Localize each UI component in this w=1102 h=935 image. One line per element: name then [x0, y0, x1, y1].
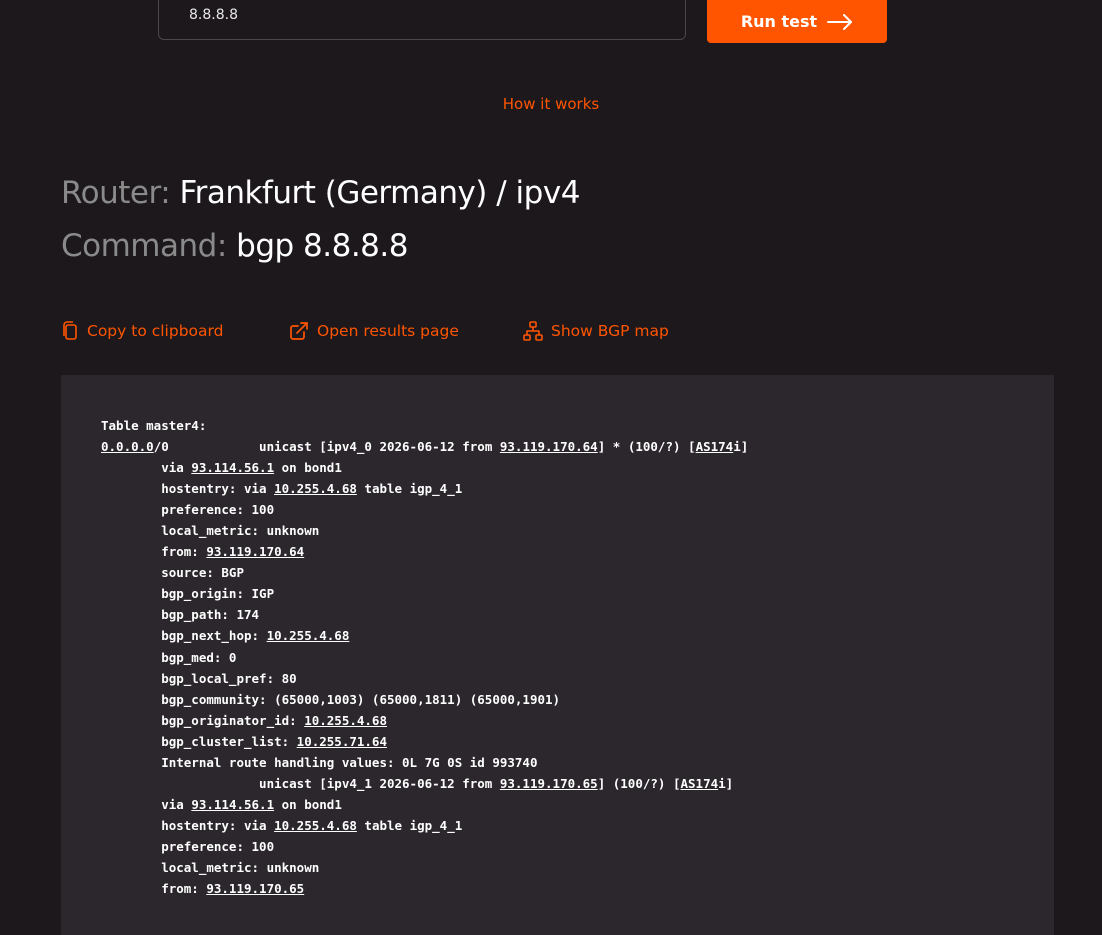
output-text: bgp_local_pref: 80: [101, 670, 297, 686]
run-test-button[interactable]: Run test: [707, 0, 887, 43]
output-text: ] (100/?) [: [597, 775, 681, 791]
output-line: preference: 100: [101, 836, 1014, 857]
output-text: hostentry: via: [101, 481, 275, 497]
output-text: table igp_4_1: [356, 481, 463, 497]
output-line: preference: 100: [101, 499, 1014, 520]
command-label: Command:: [61, 228, 227, 264]
output-line: bgp_origin: IGP: [101, 583, 1014, 604]
output-link[interactable]: 93.119.170.65: [206, 881, 304, 896]
command-value: bgp 8.8.8.8: [236, 228, 408, 264]
output-link[interactable]: 93.119.170.64: [500, 439, 598, 454]
output-text: on bond1: [274, 460, 342, 476]
router-value: Frankfurt (Germany) / ipv4: [179, 175, 581, 211]
output-line: bgp_next_hop: 10.255.4.68: [101, 625, 1014, 646]
search-input[interactable]: 8.8.8.8: [158, 0, 686, 40]
arrow-right-icon: [827, 13, 853, 30]
output-line: via 93.114.56.1 on bond1: [101, 794, 1014, 815]
output-text: on bond1: [274, 796, 342, 812]
router-info: Router: Frankfurt (Germany) / ipv4: [61, 175, 580, 211]
output-line: via 93.114.56.1 on bond1: [101, 457, 1014, 478]
output-link[interactable]: 0.0.0.0: [101, 439, 154, 454]
output-line: hostentry: via 10.255.4.68 table igp_4_1: [101, 478, 1014, 499]
output-line: local_metric: unknown: [101, 520, 1014, 541]
external-link-icon: [289, 321, 309, 341]
output-text: Internal route handling values: 0L 7G 0S…: [101, 754, 538, 770]
output-line: from: 93.119.170.65: [101, 878, 1014, 899]
output-text: source: BGP: [101, 565, 244, 581]
output-text: bgp_community: (65000,1003) (65000,1811)…: [101, 691, 561, 707]
output-text: from:: [101, 544, 207, 560]
output-text: via: [101, 796, 192, 812]
copy-icon: [61, 321, 79, 341]
command-info: Command: bgp 8.8.8.8: [61, 228, 408, 264]
output-text: i]: [718, 775, 734, 791]
output-link[interactable]: 10.255.4.68: [274, 818, 357, 833]
output-text: ] * (100/?) [: [597, 439, 696, 455]
output-text: local_metric: unknown: [101, 859, 320, 875]
output-text: local_metric: unknown: [101, 523, 320, 539]
output-link[interactable]: AS174: [696, 439, 734, 454]
output-link[interactable]: 93.119.170.65: [500, 776, 598, 791]
output-link[interactable]: 10.255.71.64: [297, 734, 387, 749]
copy-label: Copy to clipboard: [87, 322, 224, 340]
output-link[interactable]: 10.255.4.68: [274, 481, 357, 496]
output-line: Internal route handling values: 0L 7G 0S…: [101, 752, 1014, 773]
output-text: via: [101, 460, 192, 476]
output-text: preference: 100: [101, 502, 275, 518]
show-bgp-map-button[interactable]: Show BGP map: [523, 321, 669, 341]
output-text: from:: [101, 881, 207, 897]
copy-to-clipboard-button[interactable]: Copy to clipboard: [61, 321, 223, 341]
output-line: bgp_med: 0: [101, 647, 1014, 668]
output-line: from: 93.119.170.64: [101, 541, 1014, 562]
network-map-icon: [523, 321, 543, 341]
output-line: source: BGP: [101, 562, 1014, 583]
output-text: hostentry: via: [101, 817, 275, 833]
router-label: Router:: [61, 175, 171, 211]
output-line: unicast [ipv4_1 2026-06-12 from 93.119.1…: [101, 773, 1014, 794]
output-link[interactable]: 10.255.4.68: [304, 713, 387, 728]
output-text: bgp_path: 174: [101, 607, 260, 623]
output-text: bgp_originator_id:: [101, 712, 305, 728]
output-text: /0 unicast [ipv4_0 2026-06-12 from: [153, 439, 500, 455]
output-line: bgp_community: (65000,1003) (65000,1811)…: [101, 689, 1014, 710]
output-link[interactable]: 93.114.56.1: [191, 460, 274, 475]
output-line: hostentry: via 10.255.4.68 table igp_4_1: [101, 815, 1014, 836]
output-text: i]: [733, 439, 749, 455]
output-link[interactable]: 93.114.56.1: [191, 797, 274, 812]
output-text: table igp_4_1: [356, 817, 463, 833]
output-line: bgp_path: 174: [101, 604, 1014, 625]
output-text: Table master4:: [101, 418, 207, 433]
results-output: Table master4: 0.0.0.0/0 unicast [ipv4_0 …: [61, 375, 1054, 935]
output-line: bgp_local_pref: 80: [101, 668, 1014, 689]
open-results-label: Open results page: [317, 322, 459, 340]
output-line: local_metric: unknown: [101, 857, 1014, 878]
output-line: bgp_cluster_list: 10.255.71.64: [101, 731, 1014, 752]
output-link[interactable]: AS174: [681, 776, 719, 791]
output-text: bgp_next_hop:: [101, 628, 267, 644]
output-link[interactable]: 10.255.4.68: [267, 628, 350, 643]
output-text: unicast [ipv4_1 2026-06-12 from: [101, 775, 500, 791]
output-link[interactable]: 93.119.170.64: [206, 544, 304, 559]
open-results-page-link[interactable]: Open results page: [289, 321, 459, 341]
output-text: bgp_origin: IGP: [101, 586, 275, 602]
output-text: bgp_cluster_list:: [101, 733, 297, 749]
how-it-works-link[interactable]: How it works: [0, 95, 1102, 113]
output-line: Table master4:: [101, 415, 1014, 436]
output-line: bgp_originator_id: 10.255.4.68: [101, 710, 1014, 731]
output-line: 0.0.0.0/0 unicast [ipv4_0 2026-06-12 fro…: [101, 436, 1014, 457]
run-test-label: Run test: [740, 12, 818, 31]
output-text: preference: 100: [101, 838, 275, 854]
bgp-map-label: Show BGP map: [551, 322, 669, 340]
output-text: bgp_med: 0: [101, 649, 237, 665]
